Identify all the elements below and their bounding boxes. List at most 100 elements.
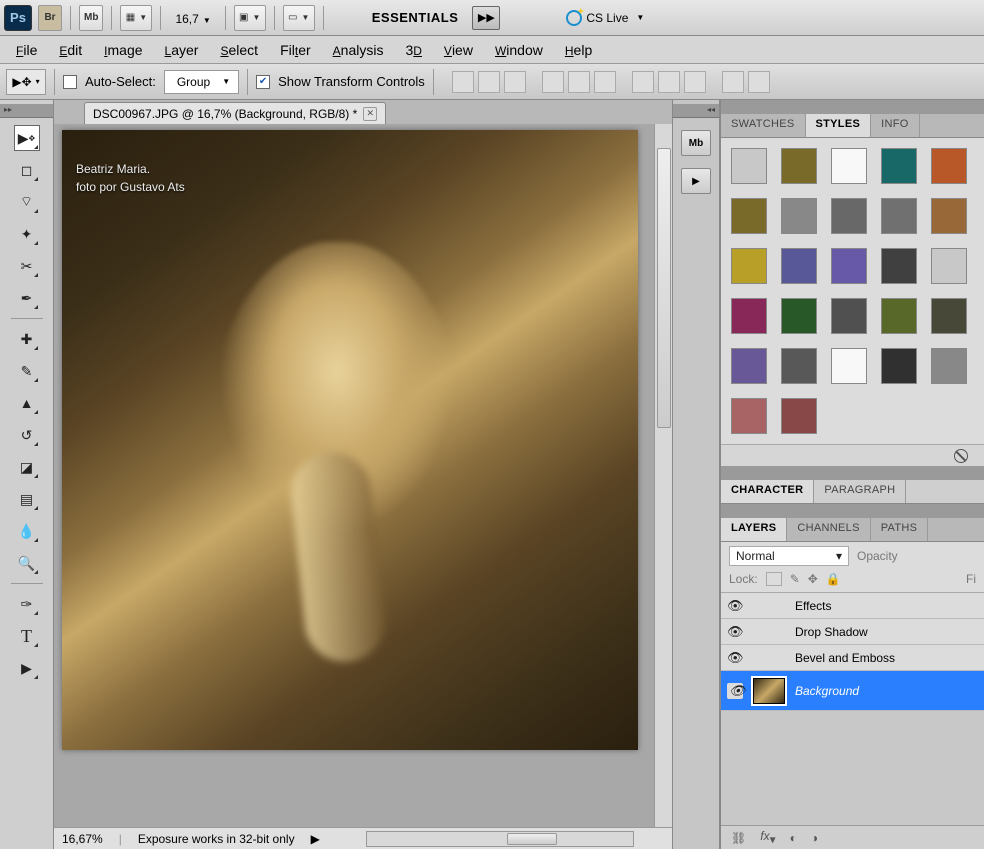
horizontal-scrollbar[interactable] [366, 831, 634, 847]
lasso-tool[interactable]: ⌔ [14, 189, 40, 215]
style-swatch[interactable] [781, 348, 817, 384]
style-swatch[interactable] [781, 248, 817, 284]
auto-select-type[interactable]: Group▼ [164, 70, 239, 94]
visibility-icon[interactable]: 👁 [727, 624, 743, 640]
layer-background[interactable]: 👁 Background [721, 671, 984, 711]
vertical-scrollbar[interactable] [654, 124, 672, 827]
vertical-scrollbar-thumb[interactable] [657, 148, 671, 428]
status-arrow-icon[interactable]: ▶ [311, 832, 320, 846]
layer-effect-drop-shadow[interactable]: 👁 Drop Shadow [721, 619, 984, 645]
dock-expand[interactable] [673, 104, 719, 118]
history-brush-tool[interactable]: ↺ [14, 422, 40, 448]
style-swatch[interactable] [731, 148, 767, 184]
style-swatch[interactable] [881, 298, 917, 334]
zoom-level[interactable]: 16,7▼ [169, 10, 216, 26]
brush-tool[interactable]: ✎ [14, 358, 40, 384]
blur-tool[interactable]: 💧 [14, 518, 40, 544]
tab-styles[interactable]: STYLES [806, 114, 872, 137]
tab-channels[interactable]: CHANNELS [787, 518, 870, 541]
style-swatch[interactable] [731, 348, 767, 384]
cs-live-button[interactable]: CS Live▼ [566, 10, 644, 26]
layer-mask-icon[interactable]: ◐ [790, 831, 797, 845]
distribute-left-button[interactable] [722, 71, 744, 93]
align-left-button[interactable] [542, 71, 564, 93]
dock-minibridge-icon[interactable]: Mb [681, 130, 711, 156]
mini-bridge-button[interactable]: Mb [79, 5, 103, 31]
style-swatch[interactable] [781, 148, 817, 184]
quick-select-tool[interactable]: ✦ [14, 221, 40, 247]
link-layers-icon[interactable]: ⛓ [731, 831, 746, 845]
tab-swatches[interactable]: SWATCHES [721, 114, 806, 137]
close-tab-icon[interactable]: ✕ [363, 107, 377, 121]
workspace-switcher[interactable]: ▶▶ [472, 6, 500, 30]
auto-select-checkbox[interactable] [63, 75, 77, 89]
lock-position-icon[interactable]: ✥ [808, 572, 818, 586]
menu-analysis[interactable]: Analysis [323, 38, 394, 62]
distribute-vcenter-button[interactable] [658, 71, 680, 93]
tab-paths[interactable]: PATHS [871, 518, 929, 541]
style-swatch[interactable] [731, 248, 767, 284]
menu-edit[interactable]: Edit [49, 38, 92, 62]
dodge-tool[interactable]: 🔍 [14, 550, 40, 576]
workspace-label[interactable]: ESSENTIALS [372, 10, 459, 25]
menu-file[interactable]: File [6, 38, 47, 62]
style-swatch[interactable] [781, 398, 817, 434]
arrange-documents-button[interactable]: ▣▼ [234, 5, 266, 31]
style-swatch[interactable] [881, 248, 917, 284]
menu-3d[interactable]: 3D [395, 38, 431, 62]
tab-info[interactable]: INFO [871, 114, 919, 137]
style-swatch[interactable] [831, 298, 867, 334]
eraser-tool[interactable]: ◪ [14, 454, 40, 480]
type-tool[interactable]: T [14, 623, 40, 649]
align-right-button[interactable] [594, 71, 616, 93]
bridge-button[interactable]: Br [38, 5, 62, 31]
tab-character[interactable]: CHARACTER [721, 480, 814, 503]
eyedropper-tool[interactable]: ✒ [14, 285, 40, 311]
style-swatch[interactable] [931, 298, 967, 334]
style-swatch[interactable] [831, 198, 867, 234]
horizontal-scrollbar-thumb[interactable] [507, 833, 557, 845]
clear-style-icon[interactable] [954, 449, 968, 463]
lock-pixels-icon[interactable]: ✎ [790, 572, 800, 586]
lock-transparent-icon[interactable] [766, 572, 782, 586]
show-transform-checkbox[interactable]: ✔ [256, 75, 270, 89]
style-swatch[interactable] [831, 348, 867, 384]
clone-stamp-tool[interactable]: ▲ [14, 390, 40, 416]
style-swatch[interactable] [731, 198, 767, 234]
style-swatch[interactable] [931, 148, 967, 184]
style-swatch[interactable] [931, 198, 967, 234]
menu-view[interactable]: View [434, 38, 483, 62]
visibility-icon[interactable]: 👁 [727, 598, 743, 614]
healing-brush-tool[interactable]: ✚ [14, 326, 40, 352]
align-hcenter-button[interactable] [568, 71, 590, 93]
pen-tool[interactable]: ✑ [14, 591, 40, 617]
menu-filter[interactable]: Filter [270, 38, 321, 62]
view-extras-button[interactable]: ▦▼ [120, 5, 152, 31]
distribute-top-button[interactable] [632, 71, 654, 93]
layer-effect-bevel[interactable]: 👁 Bevel and Emboss [721, 645, 984, 671]
visibility-icon[interactable]: 👁 [727, 650, 743, 666]
menu-layer[interactable]: Layer [155, 38, 209, 62]
style-swatch[interactable] [731, 398, 767, 434]
layer-fx-icon[interactable]: fx▾ [760, 829, 775, 846]
style-swatch[interactable] [881, 348, 917, 384]
menu-select[interactable]: Select [210, 38, 268, 62]
dock-play-icon[interactable]: ▶ [681, 168, 711, 194]
visibility-icon[interactable]: 👁 [727, 683, 743, 699]
align-bottom-button[interactable] [504, 71, 526, 93]
screen-mode-button[interactable]: ▭▼ [283, 5, 315, 31]
document-tab[interactable]: DSC00967.JPG @ 16,7% (Background, RGB/8)… [84, 102, 386, 124]
tool-preset-picker[interactable]: ▶✥▾ [6, 69, 46, 95]
canvas[interactable]: Beatriz Maria. foto por Gustavo Ats [62, 130, 638, 750]
marquee-tool[interactable]: ◻ [14, 157, 40, 183]
style-swatch[interactable] [831, 248, 867, 284]
style-swatch[interactable] [881, 198, 917, 234]
style-swatch[interactable] [831, 148, 867, 184]
style-swatch[interactable] [881, 148, 917, 184]
align-vcenter-button[interactable] [478, 71, 500, 93]
style-swatch[interactable] [931, 248, 967, 284]
style-swatch[interactable] [731, 298, 767, 334]
tab-paragraph[interactable]: PARAGRAPH [814, 480, 906, 503]
layer-effects-row[interactable]: 👁 Effects [721, 593, 984, 619]
blend-mode-select[interactable]: Normal▾ [729, 546, 849, 566]
